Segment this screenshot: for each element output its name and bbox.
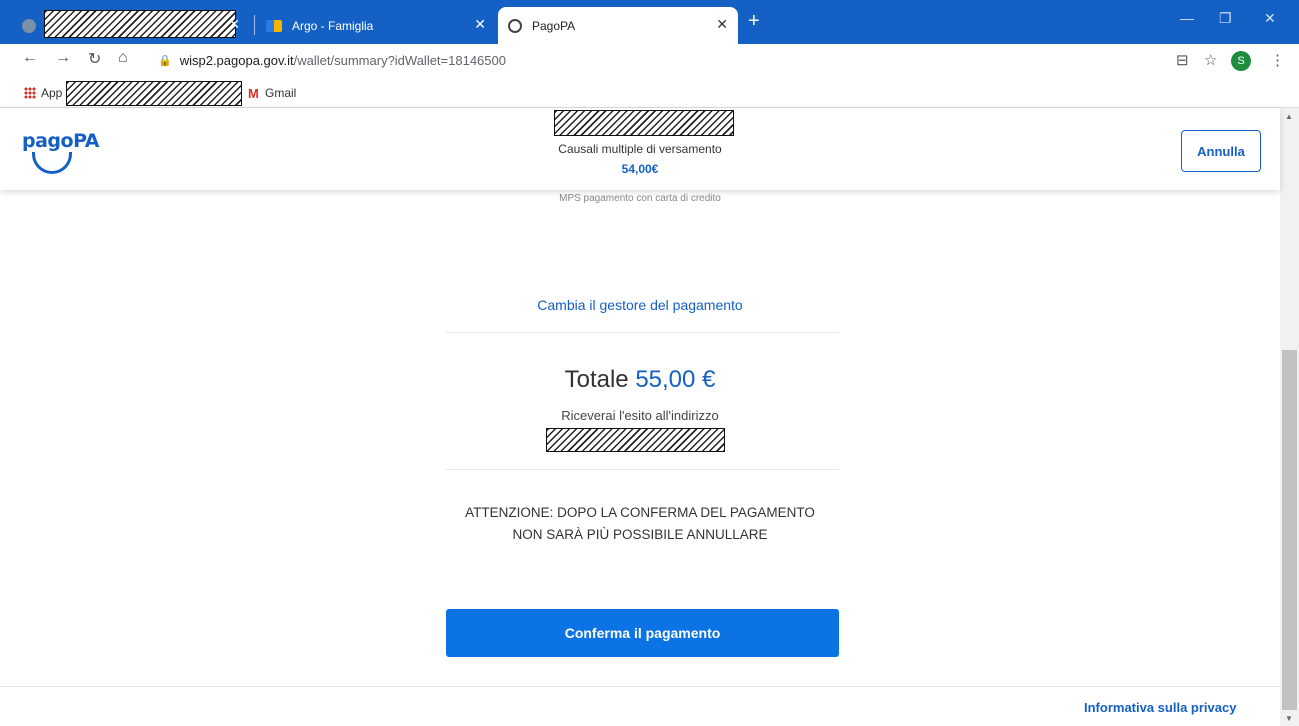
warning-text: ATTENZIONE: DOPO LA CONFERMA DEL PAGAMEN… xyxy=(440,502,840,546)
bookmark-star-icon[interactable]: ☆ xyxy=(1204,51,1217,69)
window-close-icon[interactable]: ✕ xyxy=(1264,10,1276,27)
pagopa-logo: pagoPA xyxy=(22,130,99,180)
lock-icon: 🔒 xyxy=(158,54,172,67)
globe-icon xyxy=(508,18,522,33)
tab-label: PagoPA xyxy=(532,18,576,33)
total-amount: Totale 55,00 € xyxy=(440,366,840,394)
payment-amount: 54,00€ xyxy=(621,162,659,176)
restore-icon[interactable]: ❐ xyxy=(1219,10,1232,27)
home-icon[interactable]: ⌂ xyxy=(118,49,128,67)
tab-argo-famiglia[interactable]: Argo - Famiglia ✕ xyxy=(258,7,496,44)
profile-avatar[interactable]: S xyxy=(1231,51,1251,71)
cancel-button[interactable]: Annulla xyxy=(1181,130,1261,172)
total-value: 55,00 € xyxy=(635,366,716,393)
divider xyxy=(446,469,839,470)
browser-tab-strip: ✕ Argo - Famiglia ✕ PagoPA ✕ + — ❐ ✕ xyxy=(0,0,1299,44)
bookmark-gmail[interactable]: Gmail xyxy=(265,86,296,100)
total-label: Totale xyxy=(564,366,629,393)
payment-reason: Causali multiple di versamento xyxy=(558,142,722,156)
page-scrollbar[interactable]: ▲ ▼ xyxy=(1280,108,1299,726)
back-arrow-icon[interactable]: ← xyxy=(22,49,38,67)
logo-text: pagoPA xyxy=(22,130,99,152)
tab-label: Argo - Famiglia xyxy=(292,18,374,33)
scroll-thumb[interactable] xyxy=(1282,350,1297,710)
change-provider-link[interactable]: Cambia il gestore del pagamento xyxy=(440,297,840,313)
confirm-payment-button[interactable]: Conferma il pagamento xyxy=(446,609,839,657)
browser-toolbar: ← → ↻ ⌂ 🔒 wisp2.pagopa.gov.it/wallet/sum… xyxy=(0,44,1299,77)
address-bar[interactable]: 🔒 wisp2.pagopa.gov.it/wallet/summary?idW… xyxy=(146,47,1146,73)
new-tab-button[interactable]: + xyxy=(748,10,760,33)
gmail-icon: M xyxy=(248,86,259,101)
scroll-up-icon[interactable]: ▲ xyxy=(1285,112,1293,121)
url-path: /wallet/summary?idWallet=18146500 xyxy=(293,52,506,68)
bookmarks-bar: App M Gmail xyxy=(0,78,1299,108)
close-tab-icon[interactable]: ✕ xyxy=(716,16,728,33)
payment-header: pagoPA Causali multiple di versamento 54… xyxy=(0,108,1280,190)
scroll-down-icon[interactable]: ▼ xyxy=(1285,714,1293,723)
close-tab-icon[interactable]: ✕ xyxy=(228,16,240,33)
url-host: wisp2.pagopa.gov.it xyxy=(179,52,294,68)
minimize-icon[interactable]: — xyxy=(1180,10,1194,26)
receipt-notice: Riceverai l'esito all'indirizzo xyxy=(561,408,719,423)
menu-dots-icon[interactable]: ⋮ xyxy=(1270,51,1285,69)
tab-redacted[interactable]: ✕ xyxy=(10,7,250,44)
payment-summary: MPS pagamento con carta di credito Cambi… xyxy=(0,190,1280,726)
close-tab-icon[interactable]: ✕ xyxy=(474,16,486,33)
site-favicon-icon xyxy=(22,18,36,33)
divider xyxy=(446,332,839,333)
redacted-tab-title xyxy=(44,10,236,38)
tab-separator xyxy=(254,15,255,35)
tab-pagopa-active[interactable]: PagoPA ✕ xyxy=(498,7,738,44)
logo-arc-icon xyxy=(32,152,72,174)
redacted-beneficiary xyxy=(554,110,734,136)
payment-provider: MPS pagamento con carta di credito xyxy=(559,193,721,204)
reload-icon[interactable]: ↻ xyxy=(88,49,101,69)
privacy-link[interactable]: Informativa sulla privacy xyxy=(1084,700,1236,715)
bookmark-apps[interactable]: App xyxy=(41,86,62,100)
redacted-bookmark[interactable] xyxy=(66,81,242,106)
apps-grid-icon[interactable] xyxy=(24,87,36,99)
forward-arrow-icon[interactable]: → xyxy=(55,49,71,67)
tab-search-icon[interactable]: ⊟ xyxy=(1176,51,1189,69)
footer-divider xyxy=(0,686,1280,687)
warning-line: ATTENZIONE: DOPO LA CONFERMA DEL PAGAMEN… xyxy=(465,505,815,520)
warning-line: NON SARÀ PIÙ POSSIBILE ANNULLARE xyxy=(512,527,768,542)
argo-favicon-icon xyxy=(266,19,282,32)
redacted-email xyxy=(546,428,725,452)
